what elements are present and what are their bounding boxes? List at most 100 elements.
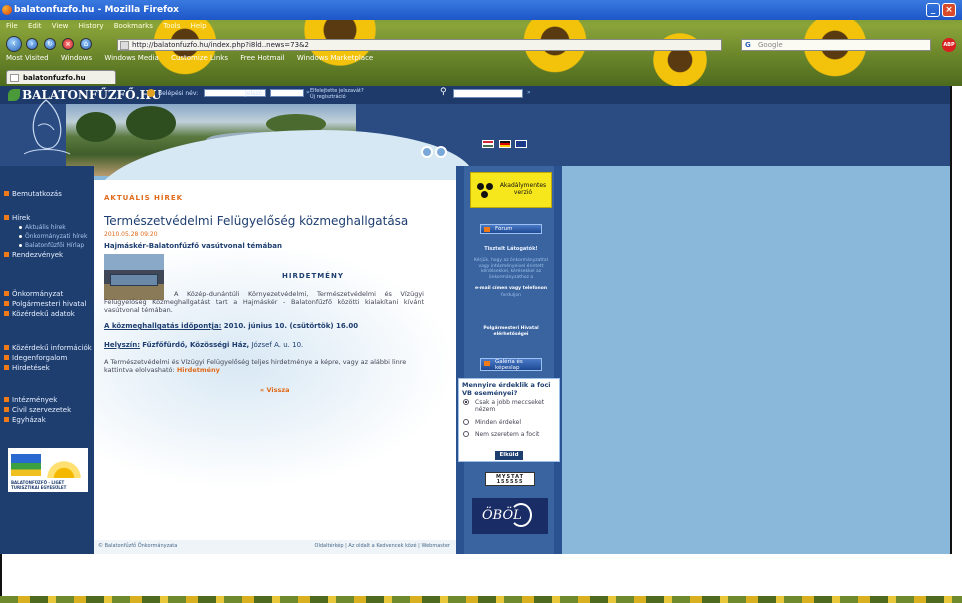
bookmark-item[interactable]: Most Visited bbox=[6, 54, 49, 62]
tab-bar: balatonfuzfo.hu bbox=[0, 68, 962, 86]
stop-icon[interactable]: × bbox=[62, 38, 74, 50]
home-icon[interactable]: ⌂ bbox=[80, 38, 92, 50]
language-flags bbox=[482, 140, 529, 148]
window-border bbox=[950, 86, 952, 554]
sidebar-item-polgarmesteri[interactable]: Polgármesteri hivatal bbox=[0, 300, 94, 308]
sidebar-subitem-hirlap[interactable]: Balatonfűzfői Hírlap bbox=[0, 242, 94, 249]
sidebar-item-kozerdeku-info[interactable]: Közérdekű információk bbox=[0, 344, 94, 352]
back-link[interactable]: « Vissza bbox=[260, 386, 290, 394]
poll-option[interactable]: Minden érdekel bbox=[463, 419, 521, 426]
tab-favicon bbox=[10, 74, 19, 82]
bookmarks-bar: Most Visited Windows Windows Media Custo… bbox=[0, 54, 962, 66]
sidebar-subitem-aktualis[interactable]: Aktuális hírek bbox=[0, 224, 94, 231]
sidebar-item-civil[interactable]: Civil szervezetek bbox=[0, 406, 94, 414]
obol-banner[interactable]: ÖBÖL bbox=[472, 498, 548, 534]
forward-arrow-icon[interactable]: › bbox=[26, 38, 38, 50]
register-link[interactable]: Új regisztráció bbox=[310, 94, 364, 100]
poll-option-label: Minden érdekel bbox=[475, 419, 522, 426]
search-placeholder: Google bbox=[758, 41, 783, 49]
sidebar-subitem-onkormanyzati[interactable]: Önkormányzati hírek bbox=[0, 233, 94, 240]
menu-view[interactable]: View bbox=[52, 22, 69, 30]
menu-tools[interactable]: Tools bbox=[163, 22, 180, 30]
left-sidebar: Bemutatkozás Hírek Aktuális hírek Önkorm… bbox=[0, 99, 94, 554]
sidebar-item-bemutatkozas[interactable]: Bemutatkozás bbox=[0, 190, 94, 198]
firefox-icon bbox=[2, 5, 12, 15]
english-flag-icon[interactable] bbox=[515, 140, 528, 148]
hungarian-flag-icon[interactable] bbox=[482, 140, 494, 148]
notice-heading: HIRDETMÉNY bbox=[282, 272, 344, 280]
poll-option[interactable]: Nem szeretem a focit bbox=[463, 431, 539, 438]
menu-edit[interactable]: Edit bbox=[28, 22, 42, 30]
poll-option[interactable]: Csak a jobb meccseket nézem bbox=[463, 399, 544, 413]
sidebar-item-hirdetesek[interactable]: Hirdetések bbox=[0, 364, 94, 372]
forum-button[interactable]: Fórum bbox=[480, 224, 542, 234]
user-icon bbox=[147, 89, 155, 97]
gallery-button[interactable]: Galéria és képeslap bbox=[480, 358, 542, 371]
leaf-logo-icon bbox=[8, 89, 20, 101]
bookmark-item[interactable]: Windows bbox=[61, 54, 92, 62]
more-info: A Természetvédelmi és Vízügyi Felügyelős… bbox=[104, 358, 434, 374]
web-page: BALATONFŰZFŐ.HU Belépési név: Jelszó: » … bbox=[0, 86, 950, 554]
radio-icon[interactable] bbox=[463, 431, 469, 437]
site-top-bar: BALATONFŰZFŐ.HU Belépési név: Jelszó: » … bbox=[0, 86, 950, 104]
contact-bold: e-mail címen vagy telefonon bbox=[474, 286, 548, 291]
tourism-banner-text: BALATONFŰZFŐ - LIGET TURISZTIKAI EGYESÜL… bbox=[11, 480, 67, 490]
article-subtitle: Hajmáskér-Balatonfűzfő vasútvonal témába… bbox=[104, 242, 282, 250]
browser-tab[interactable]: balatonfuzfo.hu bbox=[6, 70, 116, 84]
search-icon: ⚲ bbox=[440, 87, 447, 97]
contact-heading: Tisztelt Látogatók! bbox=[484, 246, 538, 252]
reload-icon[interactable]: ↻ bbox=[44, 38, 56, 50]
bookmark-item[interactable]: Customize Links bbox=[171, 54, 228, 62]
circle-icon[interactable] bbox=[421, 146, 433, 158]
address-bar[interactable]: http://balatonfuzfo.hu/index.php?i8ld..n… bbox=[117, 39, 722, 51]
sidebar-item-rendezvenyek[interactable]: Rendezvények bbox=[0, 251, 94, 259]
office-contacts[interactable]: Polgármesteri Hivatal elérhetőségei bbox=[470, 326, 552, 337]
menu-bar: File Edit View History Bookmarks Tools H… bbox=[6, 22, 215, 34]
sidebar-item-intezmenyek[interactable]: Intézmények bbox=[0, 396, 94, 404]
poll-option-label: Nem szeretem a focit bbox=[475, 431, 540, 438]
town-emblem-icon bbox=[23, 99, 71, 155]
footer-links[interactable]: Oldaltérkép | Az oldalt a Kedvencek közé… bbox=[315, 543, 450, 549]
radio-icon[interactable] bbox=[463, 419, 469, 425]
sidebar-item-onkormanyzat[interactable]: Önkormányzat bbox=[0, 290, 94, 298]
password-input[interactable] bbox=[270, 89, 304, 97]
accessible-version-button[interactable]: Akadálymentes verzió bbox=[470, 172, 552, 208]
menu-file[interactable]: File bbox=[6, 22, 18, 30]
menu-history[interactable]: History bbox=[79, 22, 104, 30]
notice-link[interactable]: Hirdetmény bbox=[177, 366, 220, 374]
adblock-icon[interactable]: ABP bbox=[942, 38, 956, 52]
window-titlebar: balatonfuzfo.hu - Mozilla Firefox _ × bbox=[0, 0, 962, 20]
close-button[interactable]: × bbox=[942, 3, 956, 17]
bookmark-item[interactable]: Free Hotmail bbox=[240, 54, 284, 62]
search-go-icon[interactable]: » bbox=[527, 89, 531, 96]
bookmark-item[interactable]: Windows Media bbox=[104, 54, 159, 62]
poll-submit-button[interactable]: Elküld bbox=[495, 451, 523, 460]
footer-copyright: © Balatonfűzfő Önkormányzata bbox=[98, 543, 178, 549]
sidebar-item-hirek[interactable]: Hírek bbox=[0, 214, 94, 222]
contact-tail: forduljon bbox=[501, 293, 521, 298]
minimize-button[interactable]: _ bbox=[926, 3, 940, 17]
german-flag-icon[interactable] bbox=[498, 140, 511, 148]
poll-question: Mennyire érdeklik a foci VB eseményei? bbox=[462, 381, 551, 397]
radio-selected-icon[interactable] bbox=[463, 399, 469, 405]
section-title: AKTUÁLIS HÍREK bbox=[104, 194, 184, 202]
circle-icon[interactable] bbox=[435, 146, 447, 158]
tourism-banner[interactable]: BALATONFŰZFŐ - LIGET TURISZTIKAI EGYESÜL… bbox=[8, 448, 88, 492]
menu-bookmarks[interactable]: Bookmarks bbox=[114, 22, 153, 30]
page-footer: © Balatonfűzfő Önkormányzata Oldaltérkép… bbox=[94, 540, 456, 554]
menu-help[interactable]: Help bbox=[191, 22, 207, 30]
sidebar-item-egyhazak[interactable]: Egyházak bbox=[0, 416, 94, 424]
mystat-counter[interactable]: MYSTAT 155555 bbox=[485, 472, 535, 486]
tab-label: balatonfuzfo.hu bbox=[23, 74, 86, 82]
bookmark-item[interactable]: Windows Marketplace bbox=[297, 54, 373, 62]
hearing-place-label: Helyszín: bbox=[104, 341, 140, 349]
sun-logo-icon bbox=[44, 452, 84, 478]
search-box[interactable]: G Google bbox=[741, 39, 931, 51]
article-body: A Közép-dunántúli Környezetvédelmi, Term… bbox=[104, 290, 424, 314]
password-label: Jelszó: bbox=[245, 90, 265, 97]
header-circle-buttons bbox=[421, 146, 449, 160]
site-search-input[interactable] bbox=[453, 89, 523, 98]
sidebar-item-idegenforgalom[interactable]: Idegenforgalom bbox=[0, 354, 94, 362]
sidebar-item-kozerdeku-adatok[interactable]: Közérdekű adatok bbox=[0, 310, 94, 318]
back-arrow-icon[interactable]: ‹ bbox=[6, 36, 22, 52]
